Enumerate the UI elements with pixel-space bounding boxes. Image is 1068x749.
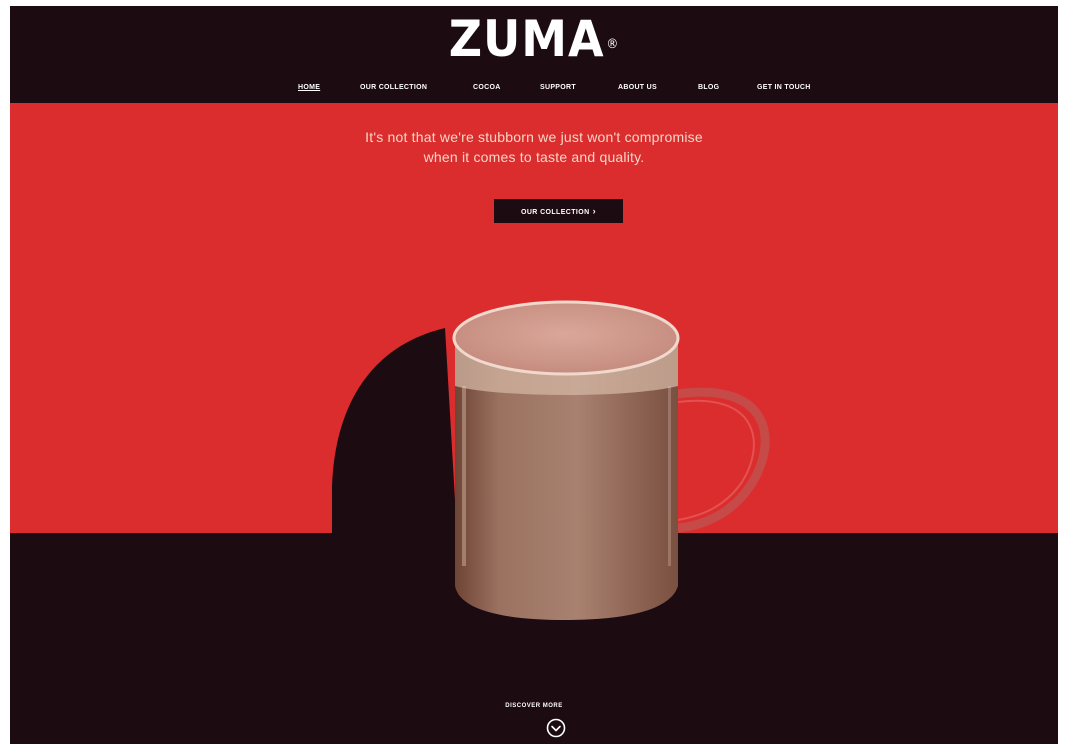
zuma-logo[interactable]: ZUMA ® [52, 10, 1016, 68]
site-header: ZUMA ® HOME OUR COLLECTION COCOA SUPPORT … [10, 6, 1058, 103]
mug-shadow [332, 328, 460, 590]
nav-our-collection[interactable]: OUR COLLECTION [360, 83, 427, 93]
discover-more-label[interactable]: DISCOVER MORE [10, 703, 1058, 709]
hot-chocolate-mug-image [332, 300, 770, 620]
main-nav: HOME OUR COLLECTION COCOA SUPPORT ABOUT … [10, 83, 1058, 97]
nav-cocoa[interactable]: COCOA [473, 83, 501, 93]
nav-about-us[interactable]: ABOUT US [618, 83, 657, 93]
chevron-right-icon: › [592, 206, 596, 216]
nav-support[interactable]: SUPPORT [540, 83, 576, 93]
nav-blog[interactable]: BLOG [698, 83, 719, 93]
registered-mark: ® [606, 37, 620, 52]
tagline-line-2: when it comes to taste and quality. [423, 149, 645, 165]
chevron-down-circle-icon[interactable] [546, 718, 566, 738]
our-collection-button[interactable]: OUR COLLECTION › [494, 199, 623, 223]
page-frame: ZUMA ® HOME OUR COLLECTION COCOA SUPPORT … [10, 6, 1058, 744]
tagline-line-1: It's not that we're stubborn we just won… [365, 129, 703, 145]
logo-text: ZUMA [448, 10, 605, 68]
cta-label: OUR COLLECTION [520, 209, 590, 216]
nav-get-in-touch[interactable]: GET IN TOUCH [757, 83, 811, 93]
hero-tagline: It's not that we're stubborn we just won… [10, 127, 1058, 167]
nav-home[interactable]: HOME [298, 83, 320, 93]
